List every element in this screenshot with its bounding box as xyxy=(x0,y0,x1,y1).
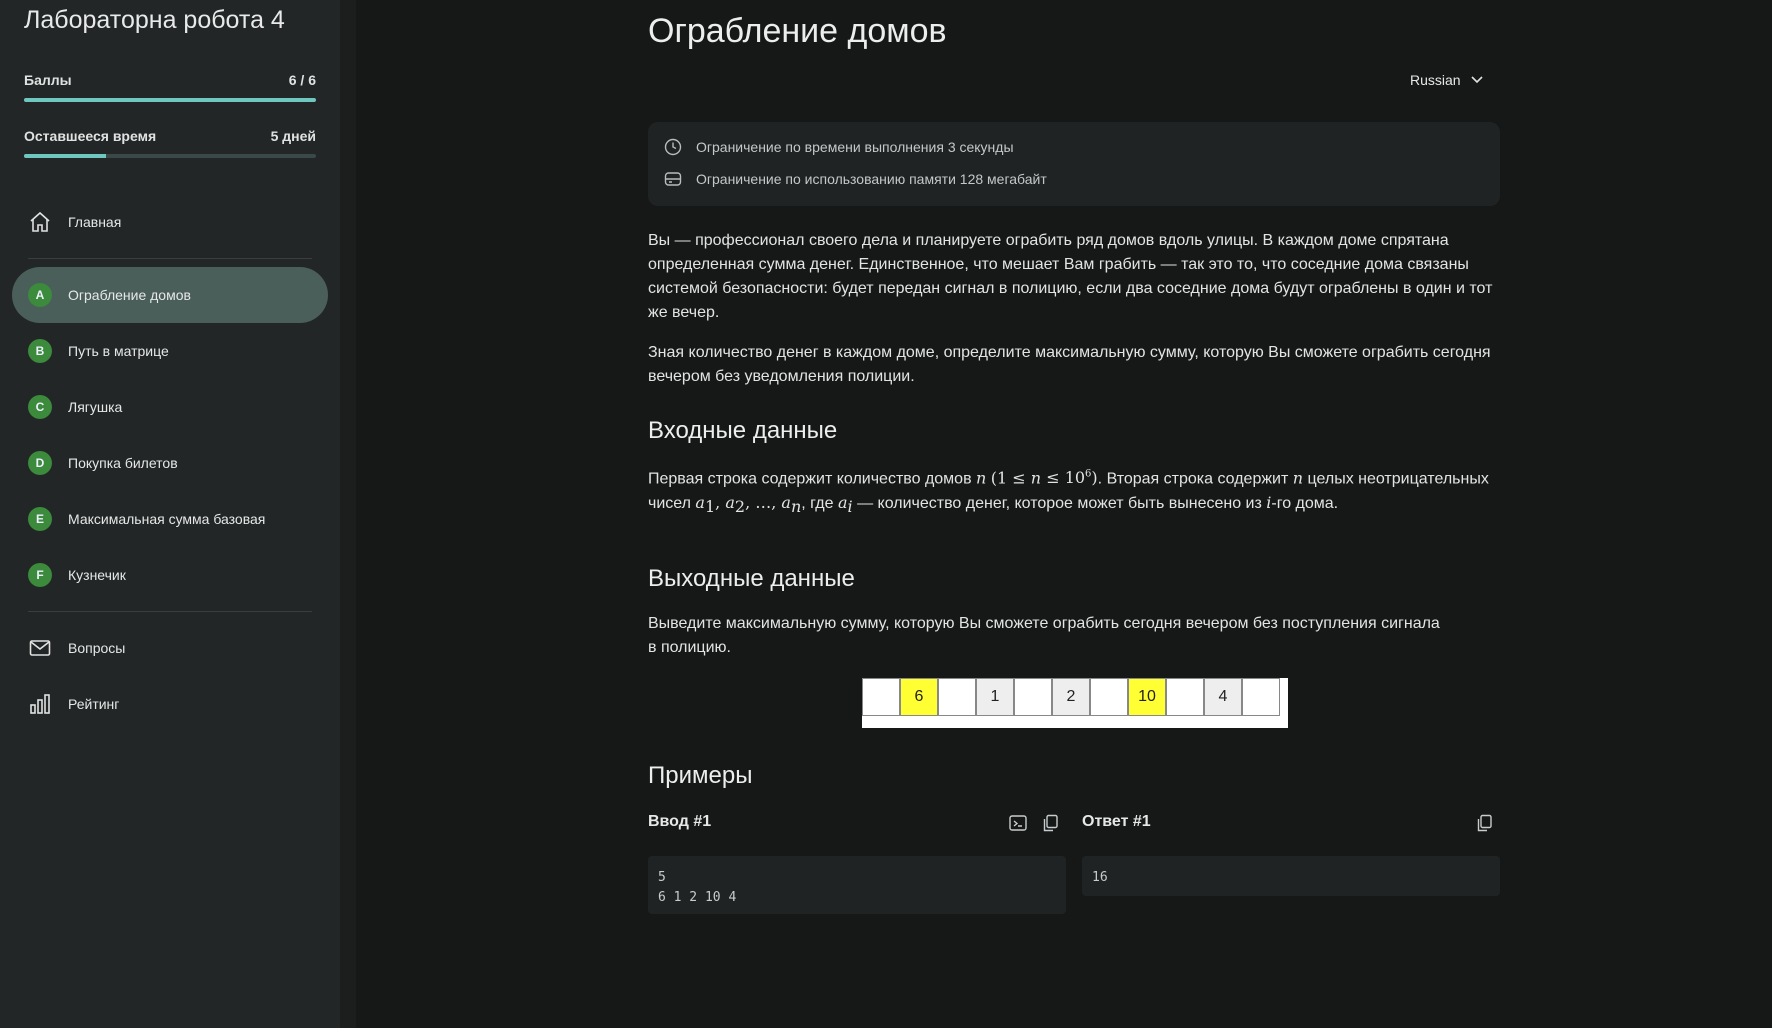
time-progress-fill xyxy=(24,154,106,158)
house-cell xyxy=(1090,678,1128,716)
problem-letter-badge: A xyxy=(28,283,52,307)
house-cell: 1 xyxy=(976,678,1014,716)
problem-letter-badge: C xyxy=(28,395,52,419)
sidebar: Лабораторна робота 4 Баллы 6 / 6 Оставше… xyxy=(0,0,340,1028)
sidebar-item-label: Максимальная сумма базовая xyxy=(68,511,266,527)
score-stat: Баллы 6 / 6 xyxy=(24,72,316,102)
time-stat: Оставшееся время 5 дней xyxy=(24,128,316,158)
sidebar-item-problem-a[interactable]: A Ограбление домов xyxy=(12,267,328,323)
copy-icon[interactable] xyxy=(1040,813,1060,833)
home-icon xyxy=(28,210,52,234)
clock-icon xyxy=(664,138,682,156)
problem-letter-badge: F xyxy=(28,563,52,587)
statement-paragraph: Зная количество денег в каждом доме, опр… xyxy=(648,344,1491,385)
sidebar-item-problem-e[interactable]: E Максимальная сумма базовая xyxy=(12,491,328,547)
sidebar-item-problem-f[interactable]: F Кузнечик xyxy=(12,547,328,603)
nav-divider xyxy=(28,611,312,612)
score-label: Баллы xyxy=(24,72,72,88)
sidebar-scroll-gutter xyxy=(340,0,356,1028)
score-progress-bar xyxy=(24,98,316,102)
output-heading: Выходные данные xyxy=(648,565,855,592)
memory-limit-text: Ограничение по использованию памяти 128 … xyxy=(696,171,1047,187)
language-select[interactable]: Russian xyxy=(1410,72,1483,88)
sidebar-item-rating[interactable]: Рейтинг xyxy=(12,676,328,732)
sidebar-item-label: Ограбление домов xyxy=(68,287,191,303)
problem-letter-badge: D xyxy=(28,451,52,475)
bar-chart-icon xyxy=(28,692,52,716)
score-progress-fill xyxy=(24,98,316,102)
language-value: Russian xyxy=(1410,72,1461,88)
example-output-label: Ответ #1 xyxy=(1082,813,1151,830)
chevron-down-icon xyxy=(1471,76,1483,84)
sidebar-item-problem-d[interactable]: D Покупка билетов xyxy=(12,435,328,491)
sidebar-item-problem-b[interactable]: B Путь в матрице xyxy=(12,323,328,379)
time-label: Оставшееся время xyxy=(24,128,157,144)
house-cell: 6 xyxy=(900,678,938,716)
house-cell: 2 xyxy=(1052,678,1090,716)
example-input-box[interactable]: 5 6 1 2 10 4 xyxy=(648,856,1066,914)
input-heading: Входные данные xyxy=(648,417,838,444)
page-title: Ограбление домов xyxy=(648,12,947,50)
sidebar-item-home[interactable]: Главная xyxy=(12,194,328,250)
sidebar-item-label: Вопросы xyxy=(68,640,126,656)
sidebar-item-label: Рейтинг xyxy=(68,696,120,712)
houses-illustration: 6 1 2 10 4 xyxy=(862,678,1288,728)
examples-heading: Примеры xyxy=(648,762,753,789)
sidebar-item-questions[interactable]: Вопросы xyxy=(12,620,328,676)
house-cell xyxy=(862,678,900,716)
sidebar-item-label: Лягушка xyxy=(68,399,123,415)
example-input-label: Ввод #1 xyxy=(648,813,712,830)
problem-letter-badge: E xyxy=(28,507,52,531)
memory-icon xyxy=(664,172,682,186)
limits-panel: Ограничение по времени выполнения 3 секу… xyxy=(648,122,1500,206)
house-cell xyxy=(938,678,976,716)
example-output-box[interactable]: 16 xyxy=(1082,856,1500,896)
house-cell xyxy=(1014,678,1052,716)
time-progress-bar xyxy=(24,154,316,158)
house-cell: 4 xyxy=(1204,678,1242,716)
house-cell xyxy=(1242,678,1280,716)
statement-paragraph: Вы — профессионал своего дела и планируе… xyxy=(648,232,1493,321)
contest-title: Лабораторна робота 4 xyxy=(24,6,285,34)
sidebar-item-label: Путь в матрице xyxy=(68,343,169,359)
nav-divider xyxy=(28,258,312,259)
time-value: 5 дней xyxy=(270,128,316,144)
sidebar-item-label: Главная xyxy=(68,214,122,230)
house-cell xyxy=(1166,678,1204,716)
mail-icon xyxy=(28,636,52,660)
sidebar-item-label: Покупка билетов xyxy=(68,455,178,471)
score-value: 6 / 6 xyxy=(288,72,316,88)
house-cell: 10 xyxy=(1128,678,1166,716)
sidebar-item-label: Кузнечик xyxy=(68,567,126,583)
time-limit-text: Ограничение по времени выполнения 3 секу… xyxy=(696,139,1014,155)
copy-icon[interactable] xyxy=(1474,813,1494,833)
terminal-icon[interactable] xyxy=(1008,813,1028,833)
input-description: Первая строка содержит количество домов … xyxy=(648,468,1489,517)
output-description: Выведите максимальную сумму, которую Вы … xyxy=(648,615,1440,656)
sidebar-item-problem-c[interactable]: C Лягушка xyxy=(12,379,328,435)
problem-letter-badge: B xyxy=(28,339,52,363)
